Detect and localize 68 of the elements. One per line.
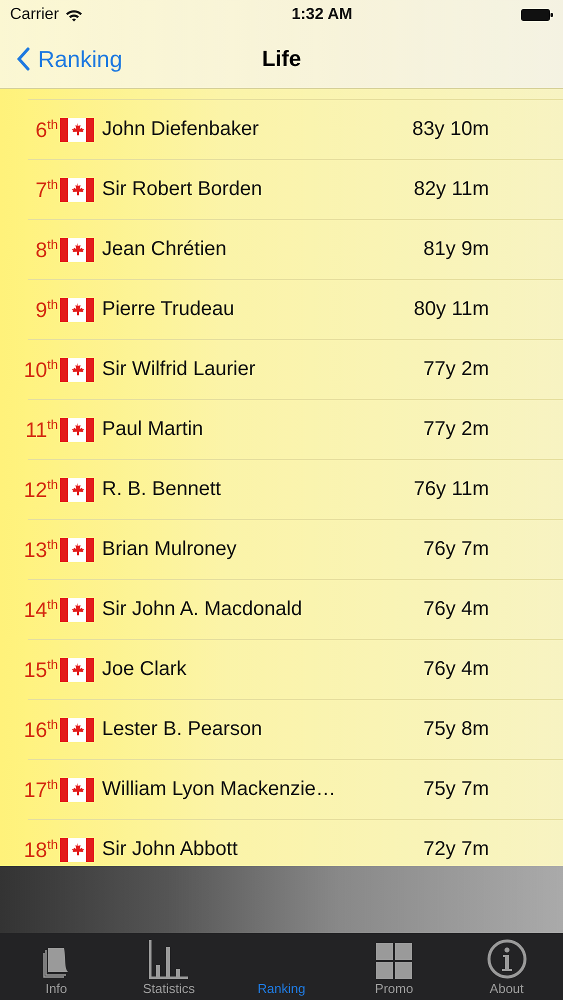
rank-label: 15$^{th}$ (22, 656, 58, 682)
flag-icon (60, 358, 94, 382)
leader-name: Jean Chrétien (102, 238, 228, 261)
flag-icon (60, 598, 94, 622)
tab-item[interactable]: Info (0, 933, 113, 1000)
lifespan-value: 75y 8m (422, 718, 489, 741)
leader-name: Lester B. Pearson (102, 718, 264, 741)
lifespan-value: 81y 9m (422, 238, 489, 261)
rank-label: 14$^{th}$ (22, 596, 58, 622)
flag-icon (60, 178, 94, 202)
clock-time: 1:32 AM (292, 6, 352, 24)
wifi-icon (64, 8, 83, 22)
bar-chart-icon (148, 939, 189, 979)
rank-label: 12$^{th}$ (22, 476, 58, 502)
lifespan-value: 75y 7m (422, 778, 489, 801)
leader-name: R. B. Bennett (102, 478, 222, 501)
flag-icon (60, 658, 94, 682)
lifespan-value: 76y 7m (422, 538, 489, 561)
leader-name: Pierre Trudeau (102, 298, 236, 321)
back-button[interactable]: Ranking (16, 46, 122, 72)
leader-name: Sir Wilfrid Laurier (102, 358, 256, 381)
battery-icon (521, 9, 553, 21)
leader-name: William Lyon Mackenzie… (102, 778, 337, 801)
tab-item[interactable]: About (450, 933, 563, 1000)
screen-title: Life (260, 46, 302, 72)
grid-icon (376, 943, 412, 979)
lifespan-value: 76y 11m (412, 478, 489, 501)
rank-label: 11$^{th}$ (24, 416, 58, 442)
lifespan-value: 77y 2m (422, 418, 489, 441)
leader-name: Joe Clark (102, 658, 188, 681)
flag-icon (60, 838, 94, 862)
leader-name: John Diefenbaker (102, 118, 260, 141)
tab-item[interactable]: Promo (338, 933, 450, 1000)
rank-label: 6$^{th}$ (34, 116, 58, 142)
rank-label: 16$^{th}$ (22, 716, 58, 742)
flag-icon (60, 298, 94, 322)
carrier-label: Carrier (10, 6, 59, 24)
flag-icon (60, 418, 94, 442)
flag-icon (60, 118, 94, 142)
rank-label: 17$^{th}$ (22, 776, 58, 802)
lifespan-value: 72y 7m (422, 838, 489, 861)
info-icon (486, 939, 527, 979)
lifespan-value: 77y 2m (422, 358, 489, 381)
rank-label: 8$^{th}$ (34, 236, 58, 262)
leader-name: Paul Martin (102, 418, 204, 441)
flag-icon (60, 478, 94, 502)
chevron-left-icon (16, 47, 30, 71)
rank-label: 13$^{th}$ (22, 536, 58, 562)
flag-icon (60, 238, 94, 262)
leader-name: Sir John Abbott (102, 838, 239, 861)
flag-icon (60, 538, 94, 562)
leader-name: Sir John A. Macdonald (102, 598, 304, 621)
tab-item[interactable]: Statistics (112, 933, 226, 1000)
lifespan-value: 82y 11m (412, 178, 489, 201)
leader-name: Brian Mulroney (102, 538, 238, 561)
rank-label: 9$^{th}$ (34, 296, 58, 322)
rank-label: 18$^{th}$ (22, 836, 58, 862)
tab-item[interactable]: Ranking (225, 933, 338, 1000)
rank-label: 10$^{th}$ (22, 356, 58, 382)
leader-name: Sir Robert Borden (102, 178, 264, 201)
flag-icon (60, 718, 94, 742)
pages-icon (42, 947, 70, 979)
flag-icon (60, 778, 94, 802)
rank-label: 7$^{th}$ (34, 176, 58, 202)
lifespan-value: 76y 4m (422, 658, 489, 681)
lifespan-value: 80y 11m (412, 298, 489, 321)
lifespan-value: 83y 10m (411, 118, 489, 141)
lifespan-value: 76y 4m (422, 598, 489, 621)
